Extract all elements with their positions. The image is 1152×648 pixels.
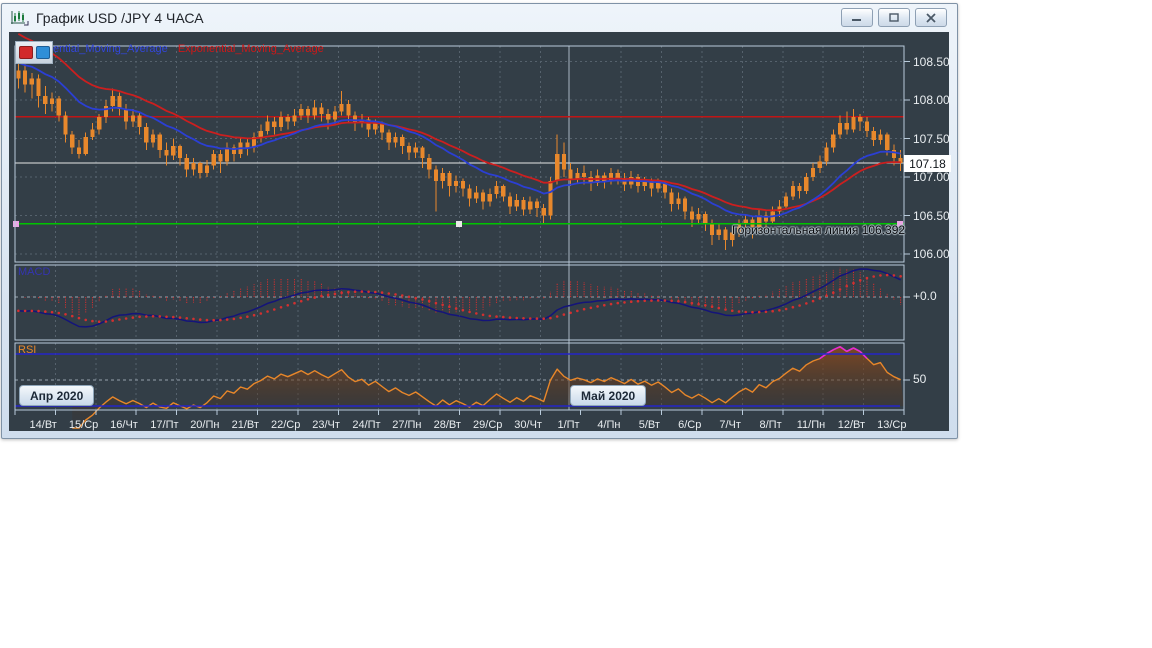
ema-slow-color-chip[interactable] xyxy=(18,46,33,59)
chart-client-area: ential_Moving_Average Exponential_Moving… xyxy=(9,32,951,433)
date-tick-label: 21/Вт xyxy=(231,419,259,431)
price-tick-label: 106.00 xyxy=(913,247,950,261)
date-tick-label: 1/Пт xyxy=(557,419,580,431)
date-tick-label: 7/Чт xyxy=(719,419,741,431)
date-tick-label: 5/Вт xyxy=(638,419,660,431)
window-controls xyxy=(841,8,949,27)
ema-fast-legend-label: ential_Moving_Average xyxy=(53,43,168,55)
date-tick-label: 8/Пт xyxy=(759,419,782,431)
chart-icon xyxy=(11,10,29,25)
indicator-chip-panel xyxy=(15,41,53,64)
date-tick-label: 12/Вт xyxy=(837,419,866,431)
price-tick-label: 106.50 xyxy=(913,208,950,223)
date-tick-label: 29/Ср xyxy=(473,419,503,431)
close-button[interactable] xyxy=(915,8,947,27)
close-icon xyxy=(926,12,936,23)
date-axis: 14/Вт 15/Ср 16/Чт 17/Пт 20/Пн 21/Вт 22/Ср 23/Чт… xyxy=(9,419,949,433)
date-tick-label: 11/Пн xyxy=(796,419,826,431)
title-bar[interactable]: График USD /JPY 4 ЧАСА xyxy=(2,4,957,31)
date-tick-label: 24/Пт xyxy=(352,419,381,431)
date-tick-label: 6/Ср xyxy=(678,419,702,431)
maximize-button[interactable] xyxy=(878,8,910,27)
price-tick-label: 107.00 xyxy=(913,170,950,184)
macd-panel-label: MACD xyxy=(18,266,51,278)
ema-slow-legend-label: Exponential_Moving_Average xyxy=(177,43,324,55)
chart-window: График USD /JPY 4 ЧАСА ential_Moving_Ave… xyxy=(1,3,958,439)
current-price-badge: 107.18 xyxy=(904,155,951,172)
date-tick-label: 23/Чт xyxy=(312,419,340,431)
date-tick-label: 22/Ср xyxy=(270,419,301,431)
indicator-legend: ential_Moving_Average Exponential_Moving… xyxy=(53,43,324,55)
month-tab-april[interactable]: Апр 2020 xyxy=(19,385,95,406)
maximize-icon xyxy=(889,12,899,22)
rsi-axis-label: 50 xyxy=(913,372,927,386)
date-tick-label: 13/Ср xyxy=(877,419,907,431)
date-tick-label: 28/Вт xyxy=(433,419,461,431)
date-tick-label: 15/Ср xyxy=(68,419,99,431)
macd-axis-label: +0.0 xyxy=(913,289,937,303)
minimize-icon xyxy=(852,19,861,21)
month-tab-may[interactable]: Май 2020 xyxy=(570,385,647,406)
horizontal-line-tooltip: Горизонтальная линия 106.392 xyxy=(732,223,906,237)
price-tick-label: 108.00 xyxy=(913,93,950,107)
date-tick-label: 27/Пн xyxy=(392,419,422,431)
price-tick-label: 107.50 xyxy=(913,131,950,146)
date-tick-label: 17/Пт xyxy=(150,419,179,431)
axis-ticks xyxy=(14,61,910,415)
price-tick-label: 108.50 xyxy=(913,54,950,69)
date-tick-label: 20/Пн xyxy=(190,419,220,431)
date-tick-label: 14/Вт xyxy=(29,419,57,431)
minimize-button[interactable] xyxy=(841,8,873,27)
window-title: График USD /JPY 4 ЧАСА xyxy=(36,9,204,26)
date-tick-label: 16/Чт xyxy=(110,419,138,431)
rsi-panel-label: RSI xyxy=(18,344,37,356)
date-tick-label: 4/Пн xyxy=(597,419,621,431)
ema-fast-color-chip[interactable] xyxy=(35,46,50,59)
date-tick-label: 30/Чт xyxy=(514,419,542,431)
